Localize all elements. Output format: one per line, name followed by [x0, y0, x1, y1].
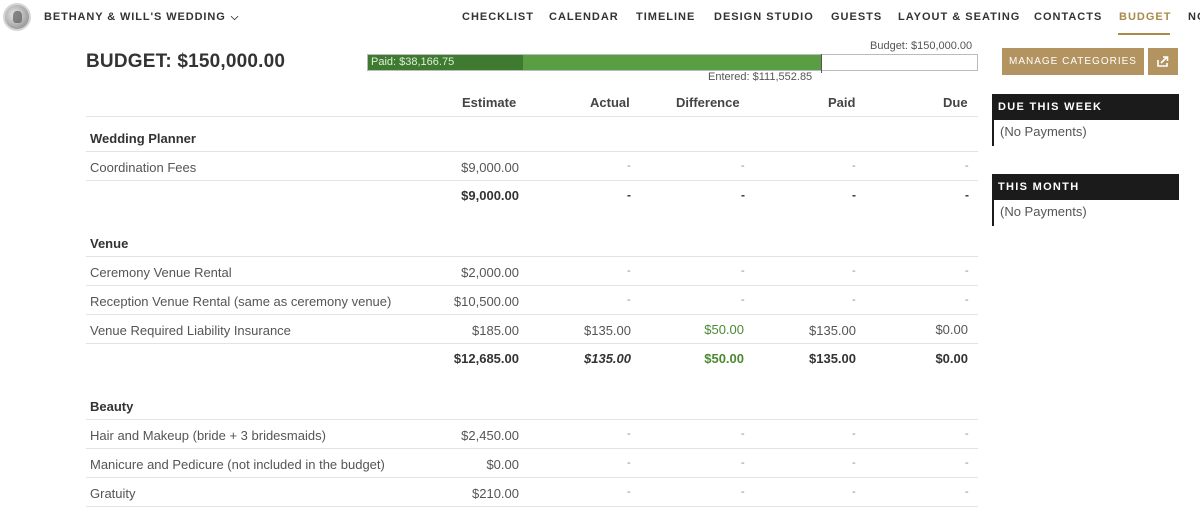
column-header-actual: Actual [590, 95, 630, 110]
nav-contacts[interactable]: CONTACTS [1034, 11, 1102, 23]
actual-cell: - [627, 457, 631, 469]
column-header-estimate: Estimate [462, 95, 517, 110]
total-due: - [965, 188, 969, 202]
column-header-paid: Paid [828, 95, 856, 110]
line-item-label: Hair and Makeup (bride + 3 bridesmaids) [90, 428, 326, 443]
paid-cell: - [852, 457, 856, 469]
page-title: BUDGET: $150,000.00 [86, 51, 286, 72]
divider [86, 256, 978, 257]
nav-guests[interactable]: GUESTS [831, 11, 882, 23]
actual-cell: - [627, 265, 631, 277]
nav-calendar[interactable]: CALENDAR [549, 11, 619, 23]
difference-cell: $50.00 [704, 322, 744, 337]
divider [86, 151, 978, 152]
total-estimate: $12,685.00 [453, 351, 519, 366]
column-header-due: Due [943, 95, 968, 110]
actual-cell: - [627, 294, 631, 306]
estimate-cell: $210.00 [472, 486, 519, 501]
due-this-week-body: (No Payments) [992, 120, 1182, 146]
estimate-cell: $2,450.00 [461, 428, 519, 443]
top-navigation: BETHANY & WILL'S WEDDING ⌵ CHECKLIST CALE… [0, 0, 1200, 36]
due-cell: $0.00 [935, 322, 968, 337]
difference-cell: - [741, 294, 745, 306]
paid-cell: - [852, 486, 856, 498]
manage-categories-button[interactable]: MANAGE CATEGORIES [1002, 48, 1144, 75]
entered-amount-label: Entered: $111,552.85 [708, 71, 813, 83]
paid-cell: - [852, 428, 856, 440]
nav-checklist[interactable]: CHECKLIST [462, 11, 534, 23]
line-item-label: Coordination Fees [90, 160, 197, 175]
actual-cell: - [627, 486, 631, 498]
line-item-label: Ceremony Venue Rental [90, 265, 232, 280]
divider [86, 116, 978, 117]
nav-notes[interactable]: NO [1188, 11, 1200, 23]
due-this-week-heading: DUE THIS WEEK [992, 94, 1179, 120]
nav-timeline[interactable]: TIMELINE [636, 11, 695, 23]
total-estimate: $9,000.00 [461, 188, 519, 203]
line-item-label: Reception Venue Rental (same as ceremony… [90, 294, 392, 309]
entered-marker [821, 54, 822, 73]
paid-cell: - [852, 265, 856, 277]
estimate-cell: $0.00 [486, 457, 519, 472]
line-item-label: Venue Required Liability Insurance [90, 323, 291, 338]
line-item-label: Gratuity [90, 486, 136, 501]
nav-links: CHECKLIST CALENDAR TIMELINE DESIGN STUDI… [0, 11, 1200, 27]
budget-total-label: Budget: $150,000.00 [870, 40, 973, 52]
category-heading[interactable]: Beauty [90, 399, 133, 414]
paid-cell: - [852, 160, 856, 172]
nav-budget[interactable]: BUDGET [1119, 11, 1171, 23]
total-due: $0.00 [935, 351, 968, 366]
difference-cell: - [741, 160, 745, 172]
difference-cell: - [741, 265, 745, 277]
category-heading[interactable]: Venue [90, 236, 128, 251]
total-paid: - [852, 188, 856, 202]
total-paid: $135.00 [809, 351, 856, 366]
budget-progress-bar: Paid: $38,166.75 [367, 54, 978, 71]
column-header-difference: Difference [676, 95, 740, 110]
divider [86, 448, 978, 449]
total-actual: - [627, 188, 631, 202]
nav-layout-seating[interactable]: LAYOUT & SEATING [898, 11, 1020, 23]
estimate-cell: $185.00 [472, 323, 519, 338]
this-month-body: (No Payments) [992, 200, 1182, 226]
actual-cell: $135.00 [584, 323, 631, 338]
due-cell: - [965, 428, 969, 440]
difference-cell: - [741, 486, 745, 498]
divider [86, 314, 978, 315]
due-cell: - [965, 265, 969, 277]
divider [86, 506, 978, 507]
total-actual: $135.00 [584, 351, 631, 366]
export-icon [1157, 56, 1169, 67]
divider [86, 477, 978, 478]
divider [86, 419, 978, 420]
divider [86, 343, 978, 344]
category-heading[interactable]: Wedding Planner [90, 131, 196, 146]
due-cell: - [965, 160, 969, 172]
due-cell: - [965, 457, 969, 469]
difference-cell: - [741, 457, 745, 469]
total-difference: - [741, 188, 745, 202]
due-cell: - [965, 294, 969, 306]
nav-design-studio[interactable]: DESIGN STUDIO [714, 11, 814, 23]
difference-cell: - [741, 428, 745, 440]
estimate-cell: $10,500.00 [453, 294, 519, 309]
paid-cell: - [852, 294, 856, 306]
divider [86, 180, 978, 181]
estimate-cell: $9,000.00 [461, 160, 519, 175]
total-difference: $50.00 [704, 351, 744, 366]
line-item-label: Manicure and Pedicure (not included in t… [90, 457, 385, 472]
this-month-heading: THIS MONTH [992, 174, 1179, 200]
actual-cell: - [627, 428, 631, 440]
paid-amount-label: Paid: $38,166.75 [371, 56, 455, 68]
actual-cell: - [627, 160, 631, 172]
estimate-cell: $2,000.00 [461, 265, 519, 280]
paid-cell: $135.00 [809, 323, 856, 338]
active-nav-underline [1118, 33, 1170, 35]
divider [86, 285, 978, 286]
export-button[interactable] [1148, 48, 1178, 75]
due-cell: - [965, 486, 969, 498]
